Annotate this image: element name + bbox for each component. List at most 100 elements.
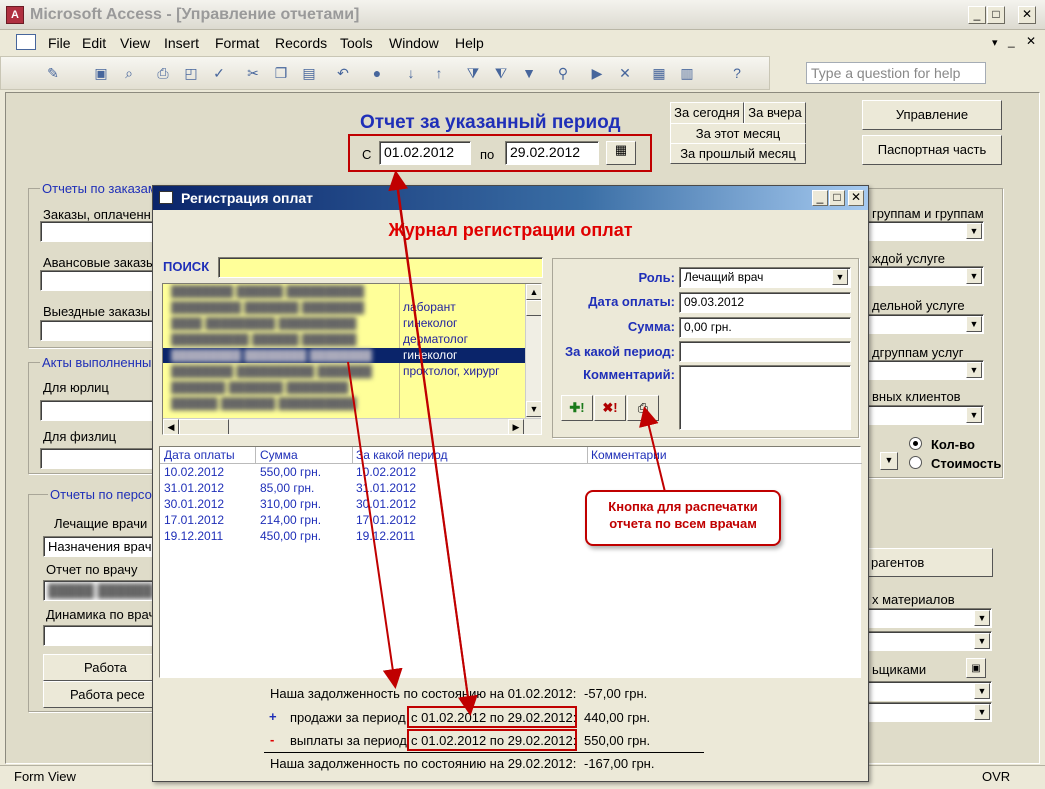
scroll-thumb[interactable]: [526, 300, 541, 316]
row-date[interactable]: 10.02.2012: [164, 465, 224, 479]
legal-entities-field[interactable]: [40, 400, 155, 421]
dropdown-arrow-icon[interactable]: ▼: [974, 610, 990, 626]
role-combo[interactable]: Лечащий врач: [679, 267, 851, 288]
from-date-input[interactable]: 01.02.2012: [379, 141, 471, 165]
row-sum[interactable]: 310,00 грн.: [260, 497, 321, 511]
doc-close-icon[interactable]: ✕: [1026, 34, 1036, 48]
paid-orders-field[interactable]: [40, 221, 155, 242]
save-icon[interactable]: ▣: [91, 64, 111, 82]
row-sum[interactable]: 85,00 грн.: [260, 481, 314, 495]
menu-window[interactable]: Window: [389, 35, 439, 51]
apply-filter-icon[interactable]: ▼: [519, 64, 539, 82]
list-item-specialty[interactable]: проктолог, хирург: [403, 364, 500, 378]
reception-work-button[interactable]: Работа ресе: [43, 681, 155, 708]
row-date[interactable]: 31.01.2012: [164, 481, 224, 495]
scroll-down-icon[interactable]: ▼: [526, 401, 541, 417]
ask-question-input[interactable]: Type a question for help: [806, 62, 986, 84]
hyperlink-icon[interactable]: ●: [367, 64, 387, 82]
sort-descending-icon[interactable]: ↑: [429, 64, 449, 82]
list-vscrollbar[interactable]: ▲ ▼: [525, 284, 541, 418]
work-button[interactable]: Работа: [43, 654, 155, 681]
spelling-icon[interactable]: ✓: [209, 64, 229, 82]
col-header-date[interactable]: Дата оплаты: [164, 448, 235, 462]
manage-button[interactable]: Управление: [862, 100, 1002, 130]
dialog-minimize-icon[interactable]: _: [812, 190, 828, 206]
contractors-button[interactable]: рагентов: [862, 548, 993, 577]
print-preview-icon[interactable]: ◰: [181, 64, 201, 82]
radio-count[interactable]: [909, 437, 922, 450]
doctor-list[interactable]: ████████ ██████ ██████████ █████████ ███…: [162, 283, 542, 435]
comment-field[interactable]: [679, 365, 851, 430]
minimize-icon[interactable]: _: [968, 6, 986, 24]
new-object-icon[interactable]: ▥: [677, 64, 697, 82]
row-sum[interactable]: 550,00 грн.: [260, 465, 321, 479]
search-file-icon[interactable]: ⌕: [119, 64, 139, 82]
row-period[interactable]: 17.01.2012: [356, 513, 416, 527]
row-sum[interactable]: 450,00 грн.: [260, 529, 321, 543]
dropdown-arrow-icon[interactable]: ▼: [966, 362, 982, 378]
dropdown-arrow-icon[interactable]: ▼: [966, 316, 982, 332]
doctor-assignments-combo[interactable]: Назначения врач: [43, 536, 155, 557]
this-month-button[interactable]: За этот месяц: [670, 123, 806, 144]
row-period[interactable]: 10.02.2012: [356, 465, 416, 479]
dropdown-arrow-icon[interactable]: ▼: [880, 452, 898, 470]
list-item-specialty-selected[interactable]: гинеколог: [403, 348, 457, 362]
help-icon[interactable]: ?: [727, 64, 747, 82]
find-icon[interactable]: ⚲: [553, 64, 573, 82]
print-all-doctors-button[interactable]: ⎙: [627, 395, 659, 421]
sum-field[interactable]: 0,00 грн.: [679, 317, 851, 338]
menu-edit[interactable]: Edit: [82, 35, 106, 51]
row-sum[interactable]: 214,00 грн.: [260, 513, 321, 527]
scroll-up-icon[interactable]: ▲: [526, 284, 541, 300]
last-month-button[interactable]: За прошлый месяц: [670, 143, 806, 164]
cut-icon[interactable]: ✂: [243, 64, 263, 82]
delete-record-icon[interactable]: ✕: [615, 64, 635, 82]
field-orders-field[interactable]: [40, 320, 155, 341]
individuals-field[interactable]: [40, 448, 155, 469]
col-header-sum[interactable]: Сумма: [260, 448, 298, 462]
row-period[interactable]: 31.01.2012: [356, 481, 416, 495]
database-window-icon[interactable]: ▦: [649, 64, 669, 82]
period-field[interactable]: [679, 341, 851, 362]
list-item-specialty[interactable]: гинеколог: [403, 316, 457, 330]
payments-table[interactable]: Дата оплаты Сумма За какой период Коммен…: [159, 446, 862, 678]
row-date[interactable]: 17.01.2012: [164, 513, 224, 527]
print-icon[interactable]: ⎙: [153, 64, 173, 82]
maximize-icon[interactable]: □: [987, 6, 1005, 24]
role-dropdown-icon[interactable]: ▼: [832, 269, 848, 285]
list-item-specialty[interactable]: лаборант: [403, 300, 456, 314]
hscroll-thumb[interactable]: [179, 419, 229, 434]
dialog-maximize-icon[interactable]: □: [829, 190, 845, 206]
undo-icon[interactable]: ↶: [333, 64, 353, 82]
dropdown-arrow-icon[interactable]: ▼: [974, 633, 990, 649]
delete-payment-button[interactable]: ✖!: [594, 395, 626, 421]
menu-insert[interactable]: Insert: [164, 35, 199, 51]
radio-cost[interactable]: [909, 456, 922, 469]
col-header-period[interactable]: За какой период: [356, 448, 448, 462]
scroll-right-icon[interactable]: ▶: [508, 419, 524, 434]
scroll-left-icon[interactable]: ◀: [163, 419, 179, 434]
form-menu-icon[interactable]: [16, 34, 36, 50]
list-hscrollbar[interactable]: ◀ ▶: [163, 418, 541, 434]
dropdown-arrow-icon[interactable]: ▼: [966, 223, 982, 239]
menu-help[interactable]: Help: [455, 35, 484, 51]
row-period[interactable]: 19.12.2011: [356, 529, 415, 543]
payment-date-field[interactable]: 09.03.2012: [679, 292, 851, 313]
calendar-button[interactable]: ▦: [606, 141, 636, 165]
search-input[interactable]: [218, 257, 543, 278]
dropdown-arrow-icon[interactable]: ▼: [966, 268, 982, 284]
design-view-icon[interactable]: ✎: [43, 64, 63, 82]
sort-ascending-icon[interactable]: ↓: [401, 64, 421, 82]
yesterday-button[interactable]: За вчера: [744, 102, 806, 124]
today-button[interactable]: За сегодня: [670, 102, 744, 124]
to-date-input[interactable]: 29.02.2012: [505, 141, 599, 165]
dropdown-arrow-icon[interactable]: ▼: [974, 704, 990, 720]
menu-format[interactable]: Format: [215, 35, 259, 51]
help-dropdown-icon[interactable]: ▾: [992, 36, 998, 49]
menu-view[interactable]: View: [120, 35, 150, 51]
filter-by-selection-icon[interactable]: ⧩: [463, 64, 483, 82]
copy-icon[interactable]: ❐: [271, 64, 291, 82]
filter-by-form-icon[interactable]: ⧨: [491, 64, 511, 82]
col-header-comments[interactable]: Комментарии: [591, 448, 667, 462]
doctor-dynamics-combo[interactable]: [43, 625, 155, 646]
